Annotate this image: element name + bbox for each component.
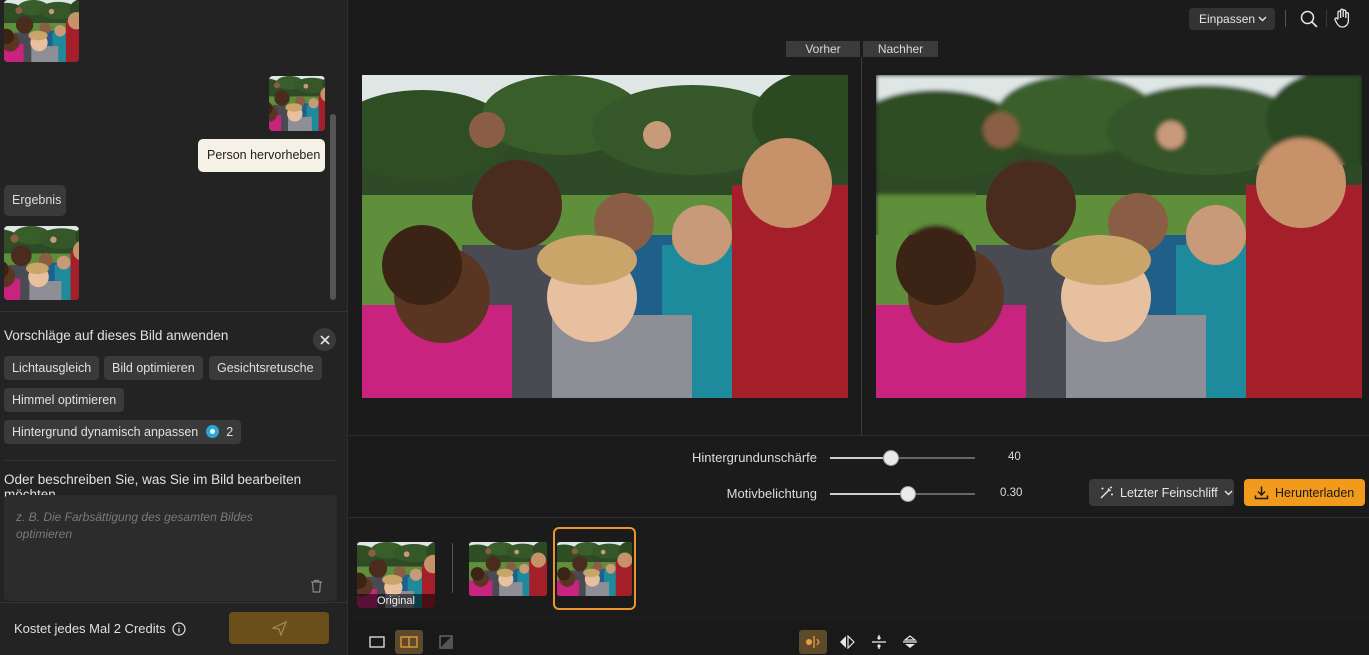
prompt-textarea[interactable]: z. B. Die Farbsättigung des gesamten Bil… <box>4 495 337 601</box>
after-image <box>876 75 1362 398</box>
pan-button[interactable] <box>1331 7 1353 29</box>
prompt-placeholder: z. B. Die Farbsättigung des gesamten Bil… <box>16 510 253 541</box>
final-touch-button[interactable]: Letzter Feinschliff <box>1089 479 1234 506</box>
flip-icon <box>903 635 917 648</box>
vertical-split-icon <box>872 635 886 649</box>
final-touch-label: Letzter Feinschliff <box>1120 485 1218 500</box>
chip-label: Hintergrund dynamisch anpassen <box>12 425 199 439</box>
slider-handle[interactable] <box>900 486 916 502</box>
view-mode-bar <box>349 622 1369 655</box>
app-root: Person hervorheben Ergebnis Vorschläge a… <box>0 0 1369 655</box>
search-icon <box>1300 10 1318 28</box>
info-icon[interactable] <box>172 621 186 636</box>
send-icon <box>271 620 287 636</box>
divider <box>349 517 1369 518</box>
download-icon <box>1254 486 1269 500</box>
chip-gesichtsretusche[interactable]: Gesichtsretusche <box>209 356 322 380</box>
suggestions-title: Vorschläge auf dieses Bild anwenden <box>4 328 229 343</box>
divider <box>349 435 1369 436</box>
subject-exposure-label: Motivbelichtung <box>726 486 817 501</box>
chat-scrollbar[interactable] <box>330 4 336 300</box>
chat-user-image[interactable] <box>269 76 325 131</box>
subject-exposure-value: 0.30 <box>1000 487 1023 499</box>
slider-fill <box>830 457 891 459</box>
split-view-button[interactable] <box>395 630 423 654</box>
download-button[interactable]: Herunterladen <box>1244 479 1365 506</box>
divider <box>4 460 337 461</box>
chip-hintergrund-dynamisch[interactable]: Hintergrund dynamisch anpassen 2 <box>4 420 242 444</box>
compare-slider-icon <box>806 636 820 648</box>
hand-icon <box>1334 8 1350 28</box>
filmstrip-selection-frame <box>553 527 636 610</box>
credit-cost: Kostet jedes Mal 2 Credits <box>14 621 186 636</box>
zoom-button[interactable] <box>1298 8 1320 30</box>
send-button[interactable] <box>229 612 329 644</box>
horizontal-flip-button[interactable] <box>896 630 924 654</box>
credit-icon <box>205 425 219 438</box>
slider-fill <box>830 493 908 495</box>
mirror-mode-button[interactable] <box>833 630 861 654</box>
divider <box>0 311 348 312</box>
single-view-icon <box>369 636 385 648</box>
magic-wand-icon <box>1100 486 1113 499</box>
close-suggestions-button[interactable] <box>313 328 336 351</box>
download-label: Herunterladen <box>1275 485 1355 500</box>
user-message-bubble: Person hervorheben <box>198 139 325 172</box>
chevron-down-icon <box>1258 8 1267 37</box>
chat-result-image[interactable] <box>4 226 79 300</box>
chat-image-thumbnail[interactable] <box>4 0 79 62</box>
overlay-view-icon <box>439 635 453 649</box>
clear-prompt-button[interactable] <box>310 579 323 598</box>
mirror-icon <box>840 635 855 649</box>
subject-exposure-slider[interactable] <box>830 486 975 502</box>
overlay-view-button[interactable] <box>432 630 460 654</box>
toolbar-separator <box>1326 10 1327 27</box>
credit-badge-count: 2 <box>226 425 234 439</box>
chip-himmel-optimieren[interactable]: Himmel optimieren <box>4 388 125 412</box>
prompt-footer: Kostet jedes Mal 2 Credits <box>0 602 348 655</box>
filmstrip-separator <box>452 543 453 593</box>
single-view-button[interactable] <box>363 630 391 654</box>
filmstrip-version-1[interactable] <box>469 542 547 596</box>
background-blur-value: 40 <box>1008 451 1021 463</box>
credit-cost-text: Kostet jedes Mal 2 Credits <box>14 621 166 636</box>
after-label: Nachher <box>863 41 938 57</box>
original-label: Original <box>357 594 435 608</box>
trash-icon <box>311 579 322 593</box>
background-blur-label: Hintergrundunschärfe <box>691 450 817 465</box>
background-blur-slider[interactable] <box>830 450 975 466</box>
split-view-icon <box>400 636 418 648</box>
chat-history: Person hervorheben Ergebnis <box>0 0 348 310</box>
zoom-fit-dropdown[interactable]: Einpassen <box>1189 8 1275 30</box>
result-label: Ergebnis <box>4 185 66 216</box>
assistant-panel: Person hervorheben Ergebnis Vorschläge a… <box>0 0 348 655</box>
slider-handle[interactable] <box>883 450 899 466</box>
compare-slider-mode-button[interactable] <box>799 630 827 654</box>
chevron-down-icon <box>1224 490 1233 496</box>
before-label: Vorher <box>786 41 860 57</box>
chat-scrollbar-thumb[interactable] <box>330 114 336 300</box>
close-icon <box>319 334 330 345</box>
vertical-split-button[interactable] <box>865 630 893 654</box>
compare-divider[interactable] <box>861 57 862 435</box>
chip-lichtausgleich[interactable]: Lichtausgleich <box>4 356 100 380</box>
chip-bild-optimieren[interactable]: Bild optimieren <box>104 356 203 380</box>
zoom-fit-label: Einpassen <box>1199 12 1256 26</box>
before-image <box>362 75 848 398</box>
toolbar-separator <box>1285 10 1286 27</box>
